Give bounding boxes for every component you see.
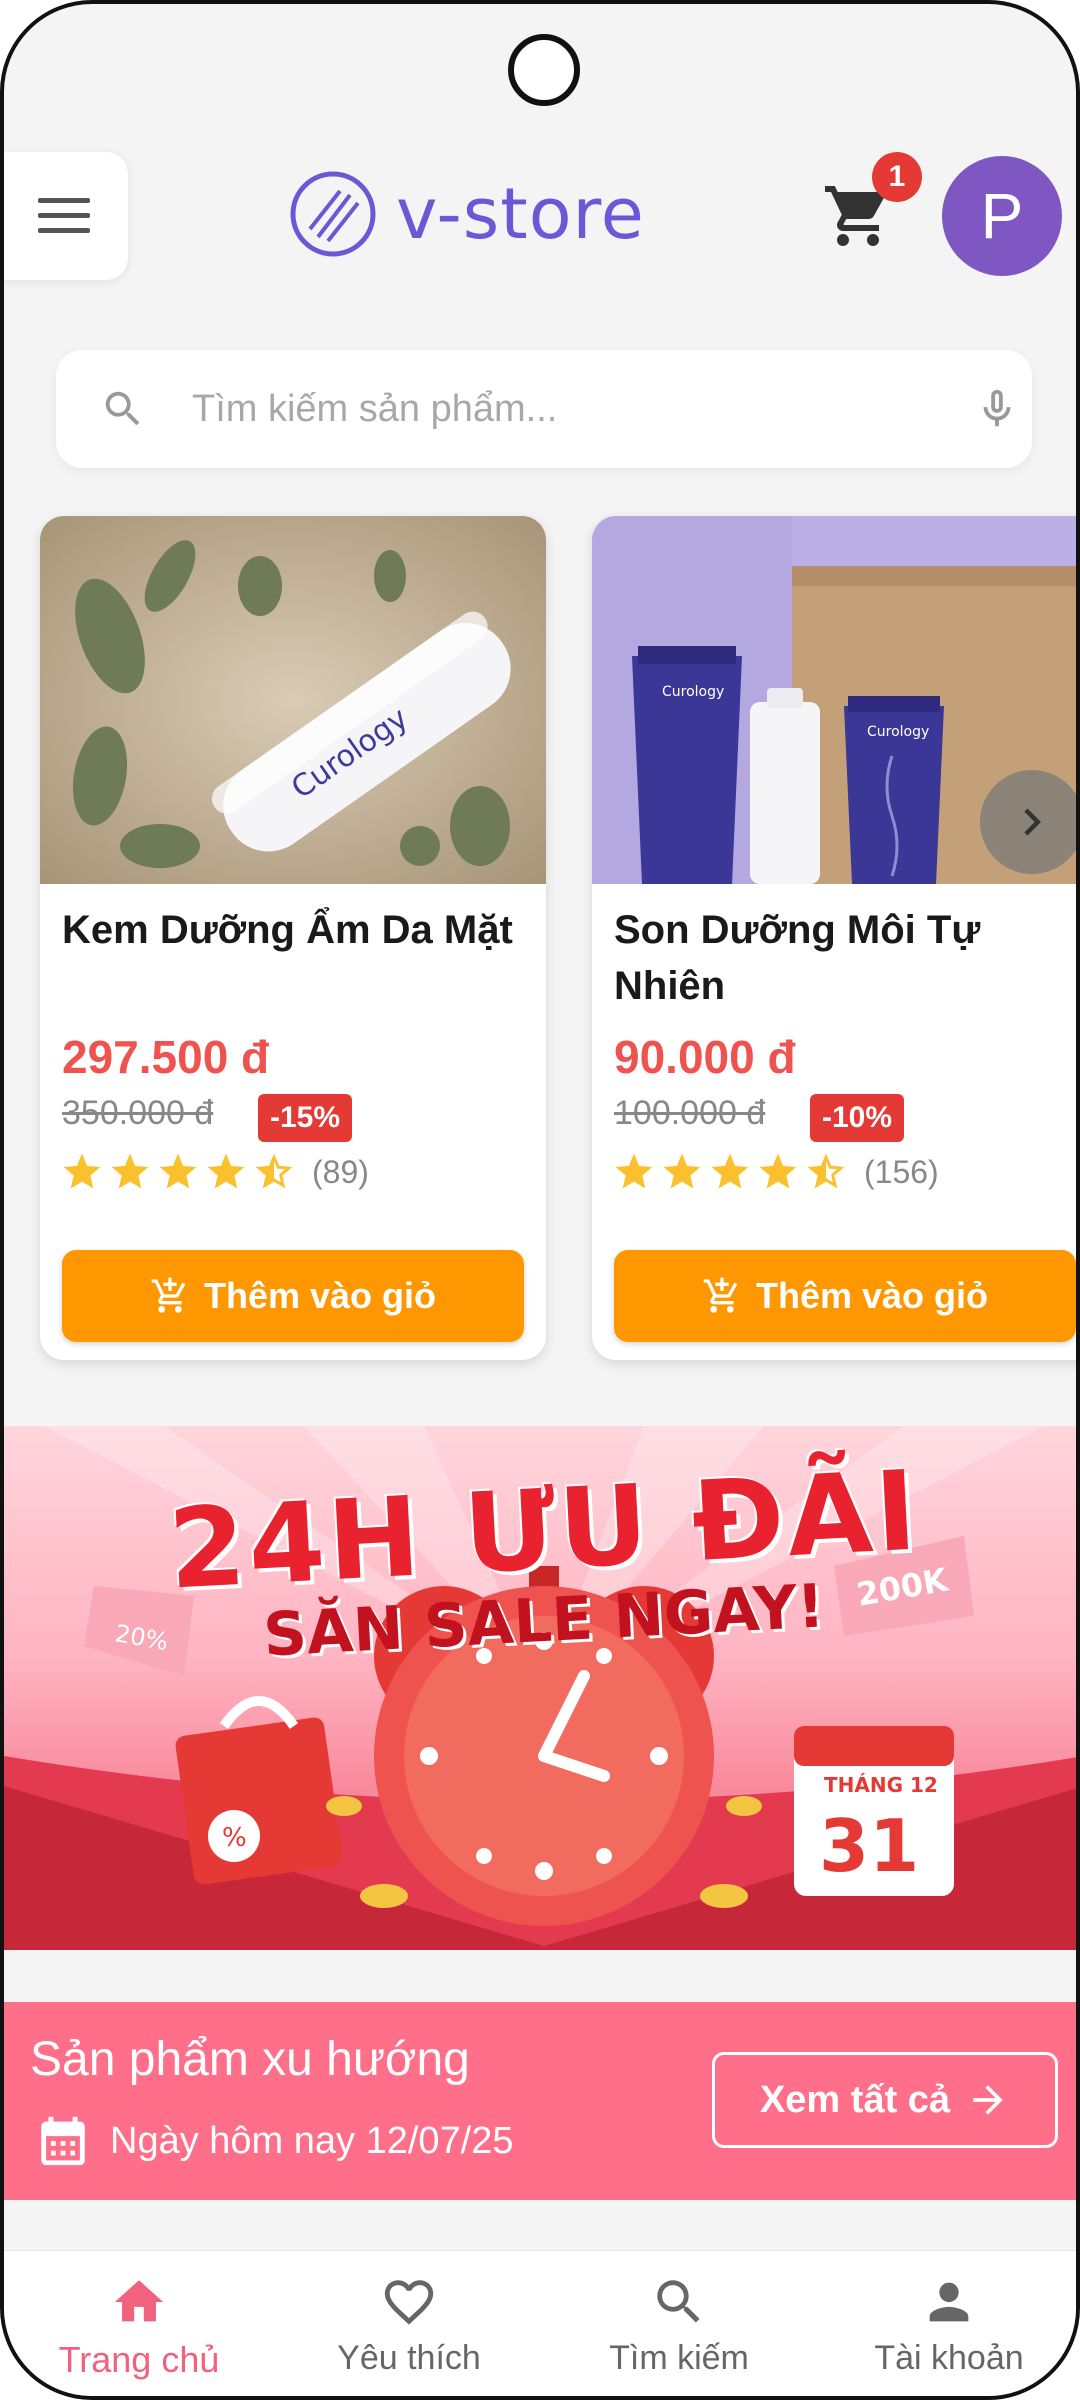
cart-count-badge: 1 [872, 152, 922, 202]
add-to-cart-button[interactable]: Thêm vào giỏ [62, 1250, 524, 1342]
product-card[interactable]: Curology Kem Dưỡng Ẩm Da Mặt 297.500 đ 3… [40, 516, 546, 1360]
section-title: Sản phẩm xu hướng [30, 2033, 470, 2086]
hamburger-icon [38, 198, 90, 233]
star-half-icon [807, 1153, 845, 1189]
product-old-price: 100.000 đ [614, 1094, 766, 1132]
home-icon [114, 2280, 164, 2322]
star-icon [159, 1153, 197, 1189]
product-old-price: 350.000 đ [62, 1094, 214, 1132]
svg-text:THÁNG 12: THÁNG 12 [824, 1773, 938, 1797]
avatar[interactable]: P [942, 156, 1062, 276]
microphone-icon[interactable] [974, 384, 1020, 434]
star-icon [207, 1153, 245, 1189]
camera-cutout [508, 34, 580, 106]
add-cart-icon [151, 1277, 186, 1313]
add-to-cart-button[interactable]: Thêm vào giỏ [614, 1250, 1076, 1342]
rating-stars: (89) [60, 1150, 369, 1194]
brand-name: v-store [396, 173, 645, 255]
promo-banner[interactable]: % THÁNG 12 31 20% 200K 24H ƯU ĐÃI SĂN SA… [4, 1426, 1076, 1950]
see-all-button[interactable]: Xem tất cả [712, 2052, 1058, 2148]
search-icon [657, 2280, 700, 2323]
review-count: (89) [312, 1153, 369, 1190]
chevron-right-icon [1024, 808, 1041, 836]
discount-badge: -10% [810, 1094, 905, 1142]
star-icon [711, 1153, 749, 1189]
carousel-next-button[interactable] [980, 770, 1076, 874]
svg-text:Curology: Curology [867, 724, 929, 740]
add-cart-icon [703, 1277, 738, 1313]
nav-label: Yêu thích [337, 2339, 481, 2377]
add-to-cart-label: Thêm vào giỏ [755, 1275, 989, 1316]
logo-mark-icon [290, 171, 376, 257]
heart-icon [384, 2280, 434, 2325]
nav-label: Trang chủ [58, 2339, 220, 2380]
search-bar [56, 350, 1032, 468]
star-icon [63, 1153, 101, 1189]
svg-text:Curology: Curology [662, 684, 724, 700]
trending-section: Sản phẩm xu hướng Ngày hôm nay 12/07/25 … [4, 2002, 1076, 2200]
calendar-icon [41, 2116, 85, 2166]
star-half-icon [255, 1153, 293, 1189]
rating-stars: (156) [612, 1150, 939, 1194]
add-to-cart-label: Thêm vào giỏ [203, 1275, 437, 1316]
arrow-right-icon [973, 2085, 1003, 2115]
nav-item-account[interactable]: Tài khoản [814, 2251, 1076, 2396]
search-input[interactable] [192, 372, 952, 446]
product-image: Curology [40, 516, 546, 884]
phone-frame: v-store 1 P Tìm kiếm sản phẩm... Curolog… [0, 0, 1080, 2400]
svg-text:%: % [222, 1823, 247, 1853]
review-count: (156) [864, 1153, 939, 1190]
nav-label: Tài khoản [874, 2339, 1024, 2377]
person-icon [929, 2282, 969, 2322]
star-icon [759, 1153, 797, 1189]
star-icon [663, 1153, 701, 1189]
nav-item-favorites[interactable]: Yêu thích [274, 2251, 544, 2396]
product-price: 297.500 đ [62, 1031, 270, 1083]
search-icon [105, 391, 140, 426]
menu-button[interactable] [4, 152, 128, 280]
product-name[interactable]: Son Dưỡng Môi Tự Nhiên [614, 902, 1074, 1014]
star-icon [615, 1153, 653, 1189]
bottom-nav: Trang chủ Yêu thích Tìm kiếm Tài khoản [4, 2250, 1076, 2396]
svg-text:31: 31 [819, 1804, 919, 1888]
product-card[interactable]: Curology Curology Son Dưỡng Môi Tự Nhiên… [592, 516, 1076, 1360]
nav-label: Tìm kiếm [609, 2339, 749, 2377]
trending-date: Ngày hôm nay 12/07/25 [110, 2120, 514, 2162]
see-all-label: Xem tất cả [759, 2078, 951, 2121]
product-name[interactable]: Kem Dưỡng Ẩm Da Mặt [62, 902, 522, 958]
brand-logo[interactable]: v-store [288, 168, 645, 260]
discount-badge: -15% [258, 1094, 353, 1142]
nav-item-home[interactable]: Trang chủ [4, 2251, 274, 2396]
star-icon [111, 1153, 149, 1189]
nav-item-search[interactable]: Tìm kiếm [544, 2251, 814, 2396]
product-price: 90.000 đ [614, 1031, 796, 1083]
